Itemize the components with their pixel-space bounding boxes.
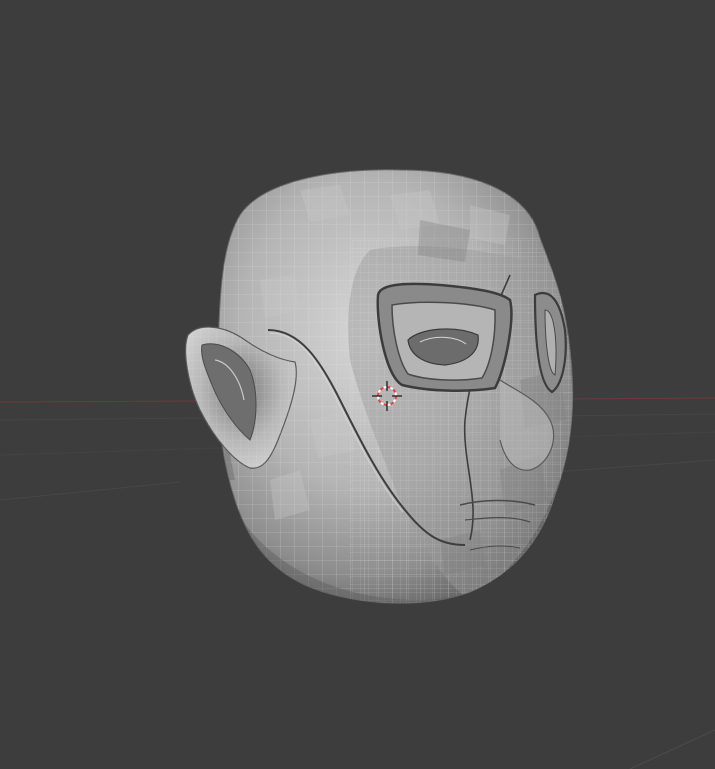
eye-socket-left [376,282,513,392]
3d-viewport[interactable] [0,0,715,769]
viewport-canvas[interactable] [0,0,715,769]
